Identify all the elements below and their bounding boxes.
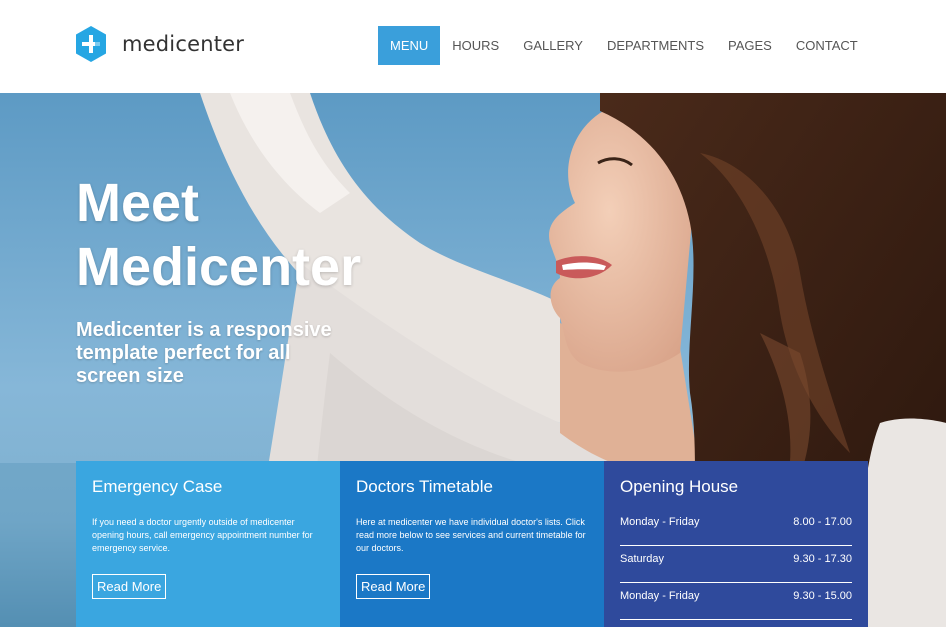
logo[interactable]: medicenter [76,26,244,62]
emergency-read-more-button[interactable]: Read More [92,574,167,599]
opening-hours-box: Opening House Monday - Friday 8.00 - 17.… [604,461,868,627]
emergency-case-title: Emergency Case [92,477,223,496]
hours-day: Monday - Friday [620,590,700,602]
timetable-read-more-button[interactable]: Read More [356,574,431,599]
brand-name: medicenter [122,32,245,56]
opening-hours-title: Opening House [620,477,739,496]
hours-time: 8.00 - 17.00 [793,516,852,528]
doctors-timetable-text: Here at medicenter we have individual do… [356,517,586,553]
nav-item-gallery[interactable]: GALLERY [511,26,595,65]
nav-item-hours[interactable]: HOURS [440,26,511,65]
hours-day: Monday - Friday [620,516,700,528]
hours-row: Saturday 9.30 - 17.30 [620,546,852,583]
hours-time: 9.30 - 15.00 [793,590,852,602]
opening-hours-list: Monday - Friday 8.00 - 17.00 Saturday 9.… [620,509,852,620]
nav-item-contact[interactable]: CONTACT [784,26,870,65]
medical-cross-logo-icon [76,26,106,62]
nav-item-departments[interactable]: DEPARTMENTS [595,26,716,65]
nav-item-pages[interactable]: PAGES [716,26,784,65]
hero-title: Meet Medicenter [76,173,362,297]
emergency-case-text: If you need a doctor urgently outside of… [92,517,313,553]
hours-time: 9.30 - 17.30 [793,553,852,565]
doctors-timetable-box: Doctors Timetable Here at medicenter we … [340,461,604,627]
emergency-case-box: Emergency Case If you need a doctor urge… [76,461,340,627]
site-header: medicenter MENU HOURS GALLERY DEPARTMENT… [0,0,946,93]
nav-item-menu[interactable]: MENU [378,26,441,65]
main-nav: MENU HOURS GALLERY DEPARTMENTS PAGES CON… [378,26,870,65]
doctors-timetable-title: Doctors Timetable [356,477,493,496]
hours-row: Monday - Friday 8.00 - 17.00 [620,509,852,546]
hero-subtitle: Medicenter is a responsive template perf… [76,319,332,387]
hours-day: Saturday [620,553,665,565]
hours-row: Monday - Friday 9.30 - 15.00 [620,583,852,620]
